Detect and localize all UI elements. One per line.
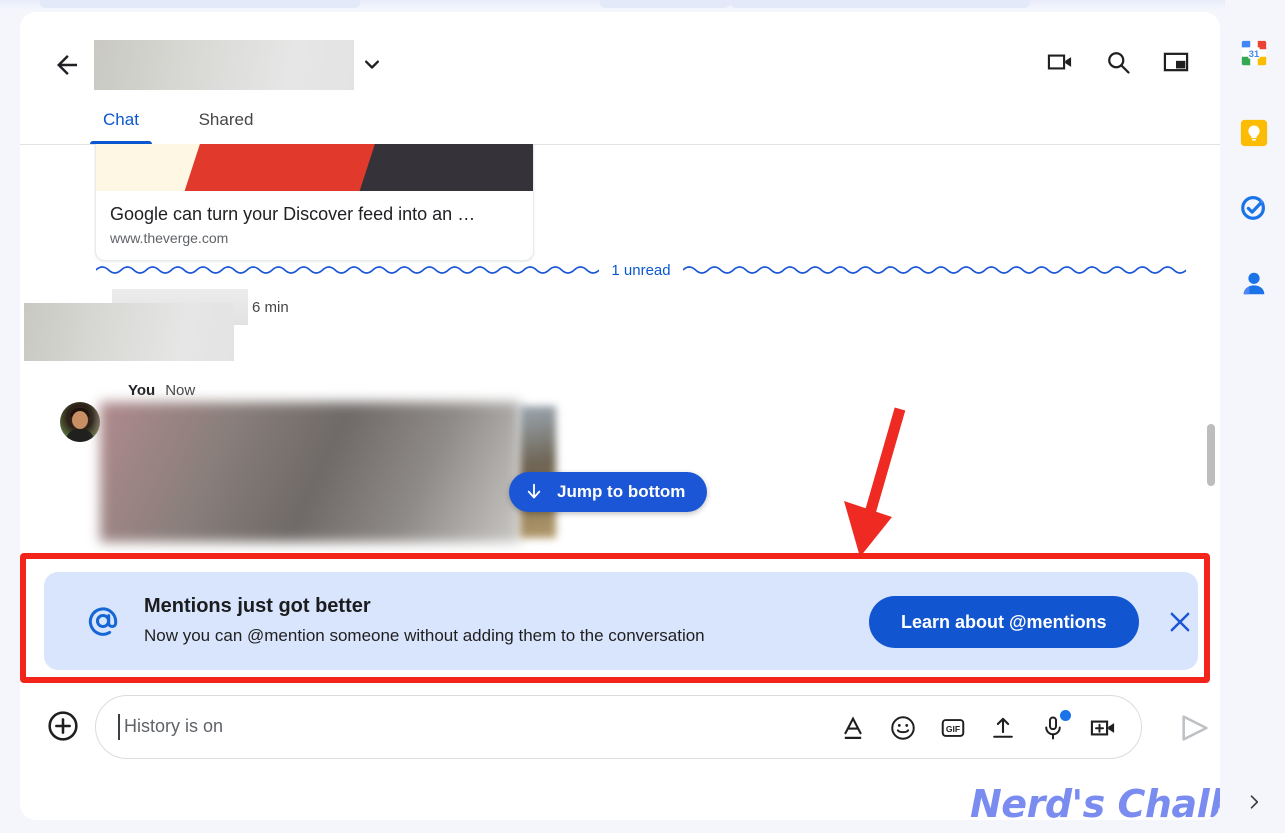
format-text-icon[interactable]: [839, 714, 867, 742]
message-input-placeholder: History is on: [124, 716, 224, 736]
arrow-down-icon: [527, 483, 541, 499]
mentions-banner: Mentions just got better Now you can @me…: [44, 572, 1198, 670]
outgoing-message-meta: You Now: [128, 382, 195, 399]
outgoing-timestamp: Now: [165, 382, 196, 399]
unread-divider: 1 unread: [96, 258, 1186, 282]
composer-tools: GIF: [839, 710, 1117, 742]
chevron-down-icon[interactable]: [358, 50, 386, 78]
link-preview-card[interactable]: Google can turn your Discover feed into …: [95, 144, 534, 261]
plus-circle-icon[interactable]: [47, 710, 79, 742]
microphone-new-badge: [1060, 710, 1071, 721]
page-top-strip: [0, 0, 1225, 10]
wavy-line-right: [682, 266, 1186, 274]
close-icon[interactable]: [1166, 608, 1194, 636]
svg-text:GIF: GIF: [946, 724, 960, 734]
picture-in-picture-icon[interactable]: [1162, 48, 1190, 76]
message-list-scrollbar[interactable]: [1207, 424, 1215, 486]
avatar: [60, 402, 100, 442]
tab-chat[interactable]: Chat: [90, 100, 152, 144]
mentions-banner-subtitle: Now you can @mention someone without add…: [144, 626, 705, 645]
google-contacts-icon[interactable]: [1239, 268, 1269, 298]
learn-about-mentions-label: Learn about @mentions: [901, 611, 1107, 632]
search-icon[interactable]: [1104, 48, 1132, 76]
send-icon[interactable]: [1178, 711, 1212, 745]
unread-count-label: 1 unread: [611, 261, 671, 279]
link-preview-thumbnail: [96, 144, 533, 191]
chevron-right-icon[interactable]: [1244, 792, 1264, 812]
incoming-timestamp: 6 min: [252, 299, 289, 316]
watermark: Nerd's Chalk: [970, 782, 1220, 820]
mentions-banner-highlight: Mentions just got better Now you can @me…: [20, 553, 1210, 683]
emoji-icon[interactable]: [889, 714, 917, 742]
google-calendar-icon[interactable]: 31: [1239, 38, 1269, 68]
outgoing-sender-name: You: [128, 382, 156, 399]
google-keep-icon[interactable]: [1239, 118, 1269, 148]
upload-icon[interactable]: [989, 714, 1017, 742]
conversation-tabs: Chat Shared: [20, 100, 1220, 145]
jump-to-bottom-button[interactable]: Jump to bottom: [509, 472, 708, 512]
microphone-icon[interactable]: [1039, 710, 1071, 742]
mentions-banner-title: Mentions just got better: [144, 595, 371, 617]
learn-about-mentions-button[interactable]: Learn about @mentions: [869, 596, 1139, 648]
annotation-arrow: [844, 407, 906, 557]
google-tasks-icon[interactable]: [1239, 192, 1269, 222]
wavy-line-left: [96, 266, 600, 274]
jump-to-bottom-label: Jump to bottom: [557, 482, 686, 501]
at-mention-icon: [88, 607, 118, 636]
incoming-message-redacted: [24, 303, 234, 361]
link-preview-url: www.theverge.com: [110, 229, 229, 246]
link-preview-title: Google can turn your Discover feed into …: [110, 204, 476, 224]
back-arrow-icon[interactable]: [52, 50, 82, 80]
calendar-day-number: 31: [1249, 49, 1259, 59]
gif-icon[interactable]: GIF: [939, 714, 967, 742]
tab-shared[interactable]: Shared: [186, 100, 266, 144]
chat-panel: Chat Shared Google can turn your Discove…: [20, 12, 1220, 820]
conversation-header: [20, 12, 1220, 100]
text-caret: [118, 714, 120, 740]
outgoing-image-attachment-redacted[interactable]: [100, 402, 520, 542]
add-video-icon[interactable]: [1089, 714, 1117, 742]
video-call-icon[interactable]: [1046, 48, 1074, 76]
header-actions: [1046, 48, 1190, 76]
conversation-title-redacted: [94, 40, 354, 90]
message-input[interactable]: History is on GIF: [95, 695, 1142, 759]
message-list: Google can turn your Discover feed into …: [20, 144, 1220, 552]
side-panel-rail: 31: [1223, 0, 1285, 833]
